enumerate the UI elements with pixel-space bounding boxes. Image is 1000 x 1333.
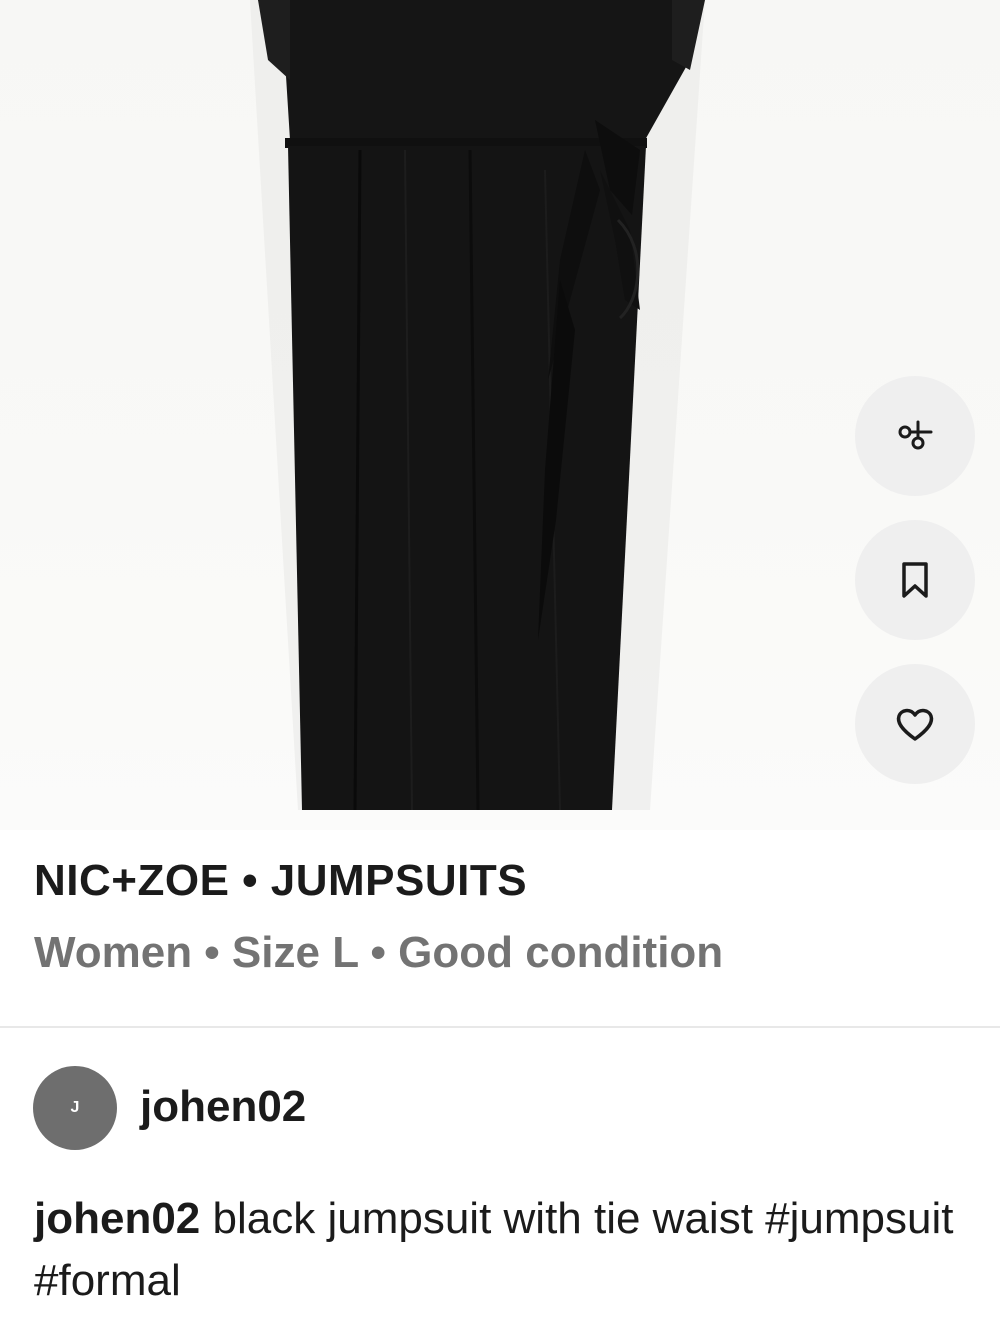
seller-avatar[interactable]: J bbox=[33, 1066, 117, 1150]
save-button[interactable] bbox=[855, 520, 975, 640]
heart-icon bbox=[896, 708, 934, 741]
section-divider bbox=[0, 1026, 1000, 1028]
listing-details: Women • Size L • Good condition bbox=[34, 928, 724, 977]
product-photo[interactable] bbox=[0, 0, 1000, 830]
listing-description: johen02 black jumpsuit with tie waist #j… bbox=[34, 1188, 964, 1312]
listing-title[interactable]: NIC+ZOE • JUMPSUITS bbox=[34, 856, 527, 906]
jumpsuit-illustration bbox=[250, 0, 705, 811]
like-button[interactable] bbox=[855, 664, 975, 784]
bookmark-icon bbox=[902, 562, 928, 598]
share-icon bbox=[898, 420, 933, 450]
share-button[interactable] bbox=[855, 376, 975, 496]
description-username[interactable]: johen02 bbox=[34, 1194, 200, 1243]
seller-username[interactable]: johen02 bbox=[140, 1082, 306, 1132]
